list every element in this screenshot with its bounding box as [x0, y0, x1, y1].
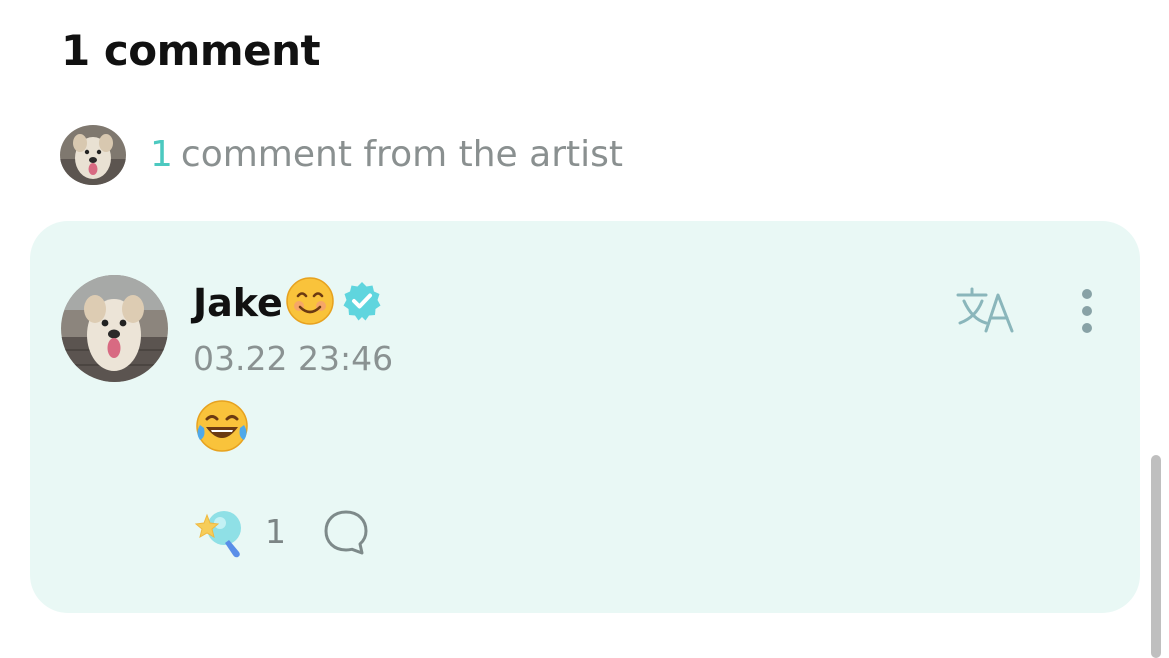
- dog-avatar-icon: [61, 275, 168, 382]
- comments-title: 1 comment: [61, 26, 321, 75]
- reply-button[interactable]: [322, 508, 370, 556]
- author-row: Jake: [193, 277, 383, 329]
- comment-card: Jake 03.22 23:46 1: [30, 221, 1140, 613]
- smile-emoji-icon: [285, 276, 335, 330]
- dog-avatar-icon: [60, 125, 126, 185]
- translate-button[interactable]: [954, 283, 1018, 337]
- more-options-button[interactable]: [1068, 287, 1106, 339]
- comment-body: [193, 397, 253, 457]
- reaction-button[interactable]: [193, 506, 247, 558]
- translate-icon: [956, 287, 1014, 333]
- author-avatar[interactable]: [61, 275, 168, 382]
- author-name[interactable]: Jake: [193, 277, 283, 329]
- artist-comment-summary[interactable]: 1 comment from the artist: [60, 125, 623, 185]
- artist-comment-count: 1: [150, 134, 173, 175]
- reply-bubble-icon: [324, 510, 368, 555]
- reaction-count: 1: [265, 512, 286, 551]
- more-vertical-icon: [1082, 289, 1092, 333]
- artist-avatar: [60, 125, 126, 185]
- comment-timestamp: 03.22 23:46: [193, 339, 394, 378]
- scrollbar-thumb[interactable]: [1151, 455, 1161, 658]
- verified-badge-icon: [341, 280, 383, 326]
- artist-comment-text: 1 comment from the artist: [150, 125, 623, 185]
- tears-of-joy-emoji-icon: [196, 400, 248, 452]
- artist-comment-label: comment from the artist: [180, 134, 623, 175]
- reaction-star-icon: [194, 511, 241, 558]
- comment-actions: 1: [193, 506, 370, 558]
